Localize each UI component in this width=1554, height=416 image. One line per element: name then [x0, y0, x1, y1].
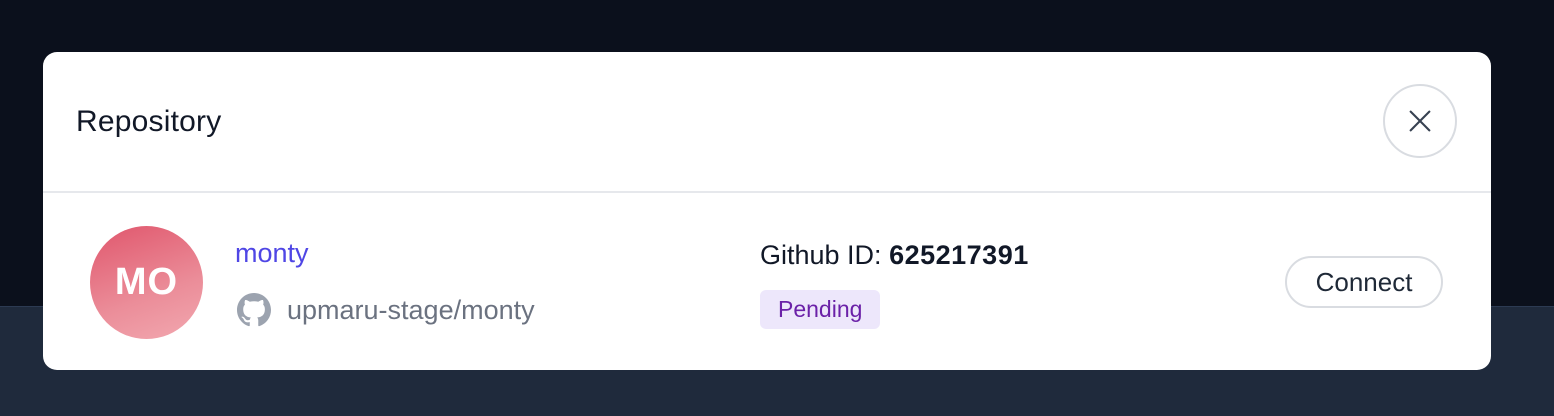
github-id-label: Github ID: [760, 240, 882, 270]
github-icon [237, 293, 271, 327]
avatar-initials: MO [114, 261, 179, 303]
repository-row: MO monty upmaru-stage/monty Github ID: 6… [43, 193, 1491, 370]
repository-name-link[interactable]: monty [235, 237, 309, 269]
modal-header: Repository [43, 52, 1491, 193]
repository-modal: Repository MO monty upmaru-stage/monty G… [43, 52, 1491, 370]
github-id: Github ID: 625217391 [760, 239, 1029, 271]
connect-button[interactable]: Connect [1285, 256, 1443, 308]
avatar: MO [90, 226, 203, 339]
modal-title: Repository [76, 105, 222, 138]
close-button[interactable] [1383, 84, 1457, 158]
status-badge: Pending [760, 290, 881, 329]
github-id-value: 625217391 [889, 240, 1029, 270]
close-icon [1409, 110, 1431, 132]
repository-full-path: upmaru-stage/monty [287, 295, 535, 325]
repository-path: upmaru-stage/monty [237, 293, 535, 327]
